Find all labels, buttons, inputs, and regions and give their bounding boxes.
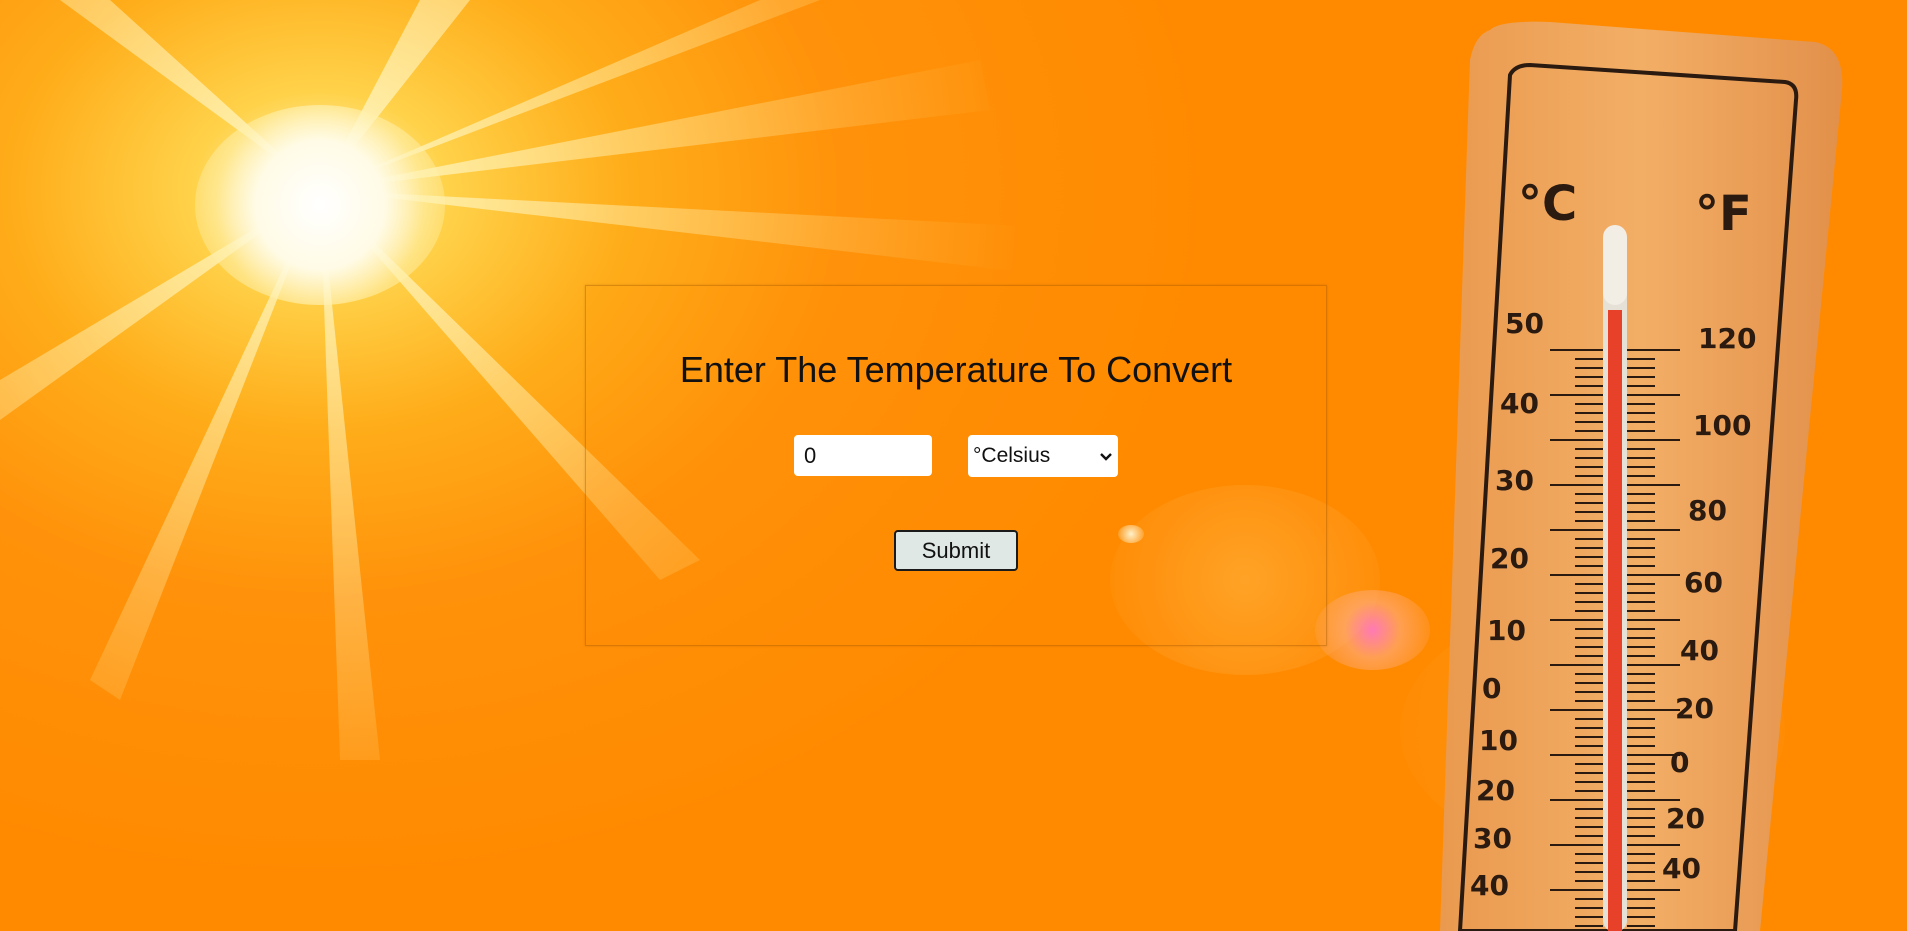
sun-glow (195, 105, 445, 305)
lens-flare (1315, 590, 1430, 670)
celsius-scale-label: 30 (1495, 464, 1534, 497)
fahrenheit-scale-label: 120 (1698, 322, 1756, 355)
fahrenheit-scale-label: 40 (1680, 634, 1719, 667)
converter-panel: Enter The Temperature To Convert °Celsiu… (585, 285, 1327, 646)
unit-select[interactable]: °Celsius (968, 435, 1118, 477)
celsius-scale-label: 10 (1487, 614, 1526, 647)
celsius-scale-label: 20 (1490, 542, 1529, 575)
fahrenheit-scale-label: 40 (1662, 852, 1701, 885)
page-title: Enter The Temperature To Convert (679, 349, 1233, 390)
chevron-down-icon (1100, 453, 1112, 461)
fahrenheit-scale-label: 80 (1688, 494, 1727, 527)
fahrenheit-scale-label: 20 (1666, 802, 1705, 835)
celsius-scale-label: 20 (1476, 774, 1515, 807)
submit-button[interactable]: Submit (894, 530, 1018, 571)
celsius-scale-label: 0 (1482, 672, 1501, 705)
temperature-input[interactable] (794, 435, 932, 476)
celsius-scale-label: 30 (1473, 822, 1512, 855)
fahrenheit-scale-label: 0 (1670, 746, 1689, 779)
celsius-scale-label: 40 (1470, 869, 1509, 902)
unit-select-value: °Celsius (973, 444, 1051, 467)
fahrenheit-scale-label: 60 (1684, 566, 1723, 599)
celsius-scale-label: 40 (1500, 387, 1539, 420)
page-background: °C °F 50 40 30 20 10 0 10 20 30 40 120 100 80 60 40 20… (0, 0, 1907, 931)
thermometer-illustration: °C °F 5040302010010203040 12010080604020… (1440, 21, 1843, 931)
fahrenheit-symbol: °F (1695, 186, 1752, 242)
celsius-scale-label: 10 (1479, 724, 1518, 757)
fahrenheit-scale-label: 100 (1693, 409, 1751, 442)
fahrenheit-scale-label: 20 (1675, 692, 1714, 725)
celsius-scale-label: 50 (1505, 307, 1544, 340)
celsius-symbol: °C (1518, 176, 1577, 232)
